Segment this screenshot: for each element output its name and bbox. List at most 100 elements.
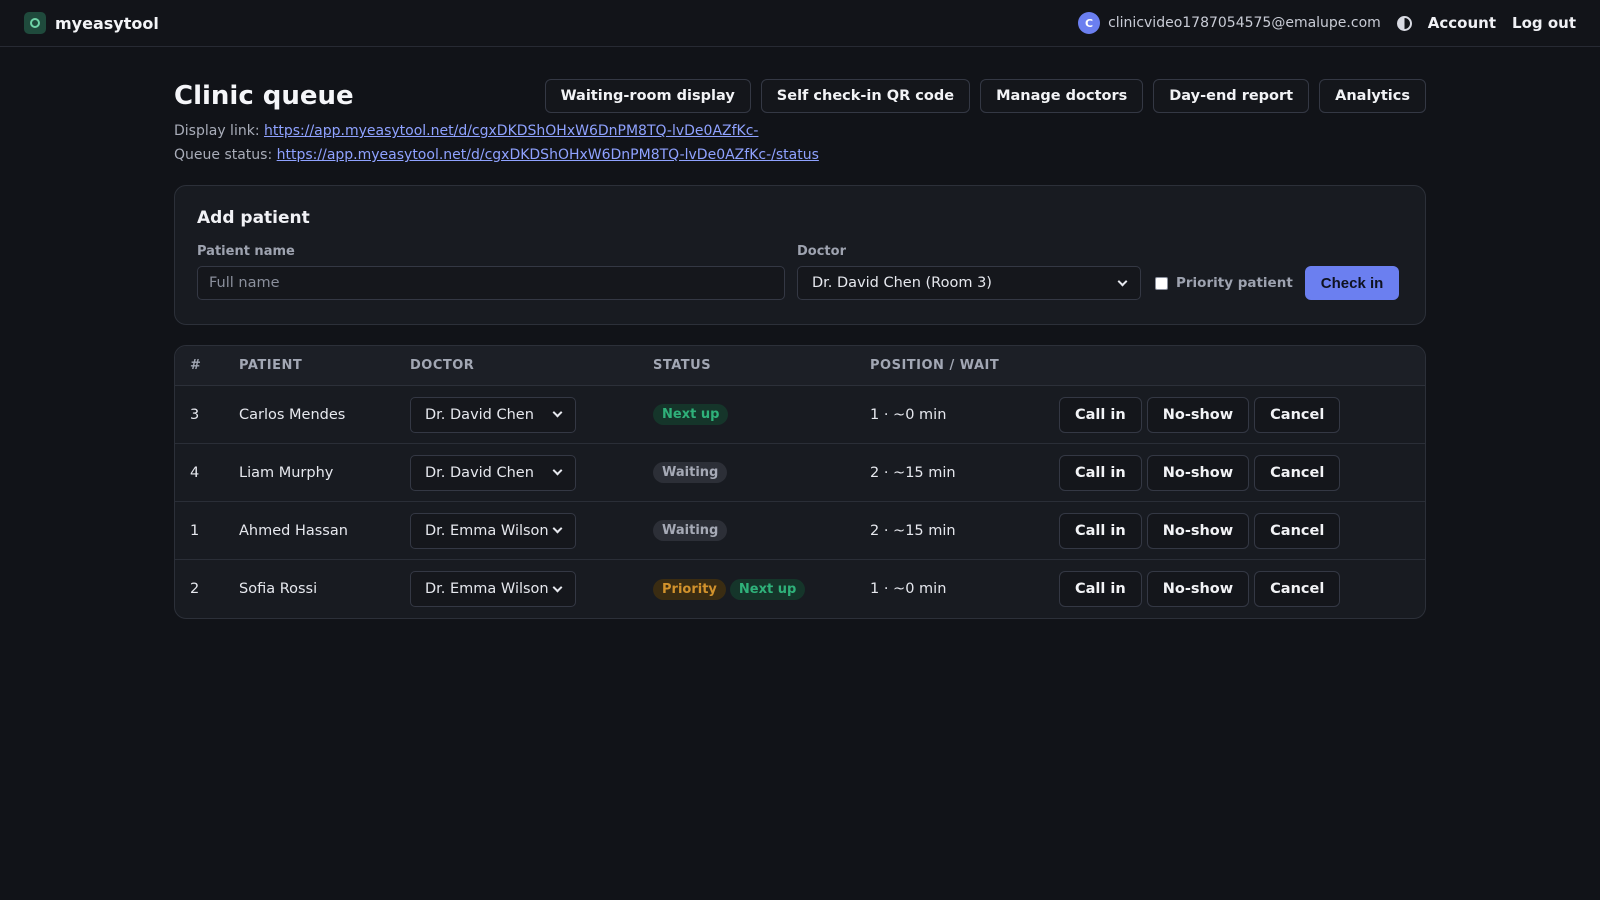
row-number: 3 (190, 406, 200, 423)
row-actions: Call in No-show Cancel (1059, 512, 1341, 549)
no-show-button[interactable]: No-show (1146, 571, 1250, 607)
priority-checkbox[interactable] (1155, 276, 1168, 290)
row-doctor-value: Dr. David Chen (425, 464, 534, 481)
doctor-field: Doctor Dr. David Chen (Room 3) (797, 244, 1141, 300)
day-end-report-button[interactable]: Day-end report (1153, 79, 1310, 113)
manage-doctors-button[interactable]: Manage doctors (980, 79, 1144, 113)
cancel-button[interactable]: Cancel (1254, 571, 1341, 607)
user-email: clinicvideo1787054575@emalupe.com (1108, 15, 1381, 31)
priority-label: Priority patient (1176, 275, 1293, 291)
chevron-down-icon (552, 465, 563, 476)
call-in-button[interactable]: Call in (1059, 396, 1142, 433)
position-wait: 1 · ~0 min (870, 581, 947, 597)
status-link-label: Queue status: (174, 147, 273, 163)
chevron-down-icon (1117, 276, 1128, 286)
row-actions: Call in No-show Cancel (1059, 571, 1341, 607)
cancel-button[interactable]: Cancel (1254, 396, 1341, 433)
patient-name: Sofia Rossi (239, 581, 318, 597)
waiting-room-display-button[interactable]: Waiting-room display (544, 79, 751, 113)
no-show-button[interactable]: No-show (1146, 396, 1250, 433)
check-in-button[interactable]: Check in (1304, 266, 1400, 300)
patient-name-label: Patient name (197, 244, 295, 259)
add-patient-card: Add patient Patient name Doctor Dr. Davi… (174, 185, 1426, 325)
queue-table: # PATIENT DOCTOR STATUS POSITION / WAIT … (174, 345, 1426, 619)
table-body: 3 Carlos Mendes Dr. David Chen Next up 1… (175, 386, 1425, 618)
no-show-button[interactable]: No-show (1146, 454, 1250, 491)
row-number: 4 (190, 464, 200, 481)
status-cell: Next up (653, 404, 870, 425)
row-number: 2 (190, 581, 200, 597)
cancel-button[interactable]: Cancel (1254, 512, 1341, 549)
patient-name-input[interactable] (197, 266, 785, 300)
status-badge: Next up (729, 578, 806, 600)
row-number: 1 (190, 522, 200, 539)
status-badge: Priority (653, 578, 726, 600)
row-doctor-select[interactable]: Dr. David Chen (410, 454, 576, 491)
no-show-button[interactable]: No-show (1146, 512, 1250, 549)
table-header: # PATIENT DOCTOR STATUS POSITION / WAIT (175, 346, 1425, 386)
add-patient-title: Add patient (197, 208, 310, 228)
display-link-line: Display link: https://app.myeasytool.net… (174, 119, 1426, 143)
patient-name-field: Patient name (197, 244, 785, 300)
status-badge: Waiting (653, 520, 728, 541)
table-row: 1 Ahmed Hassan Dr. Emma Wilson Waiting 2… (175, 502, 1425, 560)
main-content: Clinic queue Waiting-room display Self c… (174, 47, 1426, 619)
table-row: 4 Liam Murphy Dr. David Chen Waiting 2 ·… (175, 444, 1425, 502)
patient-name: Carlos Mendes (239, 406, 346, 423)
table-row: 3 Carlos Mendes Dr. David Chen Next up 1… (175, 386, 1425, 444)
header-patient: PATIENT (239, 358, 303, 373)
status-badge: Next up (653, 404, 729, 425)
position-wait: 2 · ~15 min (870, 522, 956, 539)
page-title: Clinic queue (174, 81, 354, 111)
cancel-button[interactable]: Cancel (1254, 454, 1341, 491)
patient-name: Liam Murphy (239, 464, 334, 481)
header-num: # (190, 358, 202, 373)
user-info: C clinicvideo1787054575@emalupe.com (1078, 12, 1381, 34)
doctor-cell: Dr. David Chen (410, 454, 653, 491)
theme-toggle-icon[interactable] (1396, 15, 1412, 31)
doctor-select[interactable]: Dr. David Chen (Room 3) (797, 266, 1141, 300)
header-status: STATUS (653, 358, 712, 373)
app-name: myeasytool (55, 13, 159, 33)
chevron-down-icon (552, 407, 563, 418)
status-link[interactable]: https://app.myeasytool.net/d/cgxDKDShOHx… (277, 147, 819, 163)
position-wait: 2 · ~15 min (870, 464, 956, 481)
queue-links: Display link: https://app.myeasytool.net… (174, 119, 1426, 167)
doctor-select-value: Dr. David Chen (Room 3) (812, 275, 992, 291)
title-row: Clinic queue Waiting-room display Self c… (174, 79, 1426, 113)
position-wait: 1 · ~0 min (870, 406, 947, 423)
top-right-nav: C clinicvideo1787054575@emalupe.com Acco… (1078, 12, 1576, 34)
call-in-button[interactable]: Call in (1059, 512, 1142, 549)
row-doctor-select[interactable]: Dr. Emma Wilson (410, 512, 576, 549)
chevron-down-icon (552, 523, 563, 534)
add-patient-form: Patient name Doctor Dr. David Chen (Room… (197, 244, 1403, 300)
row-doctor-select[interactable]: Dr. David Chen (410, 396, 576, 433)
status-cell: Waiting (653, 462, 870, 483)
page-actions: Waiting-room display Self check-in QR co… (544, 79, 1426, 113)
avatar: C (1078, 12, 1101, 34)
logout-link[interactable]: Log out (1512, 14, 1576, 32)
status-cell: Priority Next up (653, 578, 870, 600)
doctor-cell: Dr. Emma Wilson (410, 512, 653, 549)
status-link-line: Queue status: https://app.myeasytool.net… (174, 143, 1426, 167)
row-doctor-value: Dr. Emma Wilson (425, 581, 549, 597)
app-logo-icon (24, 12, 46, 34)
display-link[interactable]: https://app.myeasytool.net/d/cgxDKDShOHx… (264, 123, 758, 139)
self-checkin-qr-button[interactable]: Self check-in QR code (760, 79, 971, 113)
call-in-button[interactable]: Call in (1059, 454, 1142, 491)
row-doctor-select[interactable]: Dr. Emma Wilson (410, 571, 576, 607)
brand[interactable]: myeasytool (24, 12, 159, 34)
priority-option: Priority patient (1155, 266, 1293, 300)
header-doctor: DOCTOR (410, 358, 475, 373)
header-position: POSITION / WAIT (870, 358, 1000, 373)
row-actions: Call in No-show Cancel (1059, 396, 1341, 433)
row-doctor-value: Dr. Emma Wilson (425, 522, 549, 539)
analytics-button[interactable]: Analytics (1319, 79, 1426, 113)
doctor-cell: Dr. Emma Wilson (410, 571, 653, 607)
call-in-button[interactable]: Call in (1059, 571, 1142, 607)
account-link[interactable]: Account (1428, 14, 1496, 32)
display-link-label: Display link: (174, 123, 260, 139)
status-cell: Waiting (653, 520, 870, 541)
row-actions: Call in No-show Cancel (1059, 454, 1341, 491)
chevron-down-icon (552, 582, 563, 592)
